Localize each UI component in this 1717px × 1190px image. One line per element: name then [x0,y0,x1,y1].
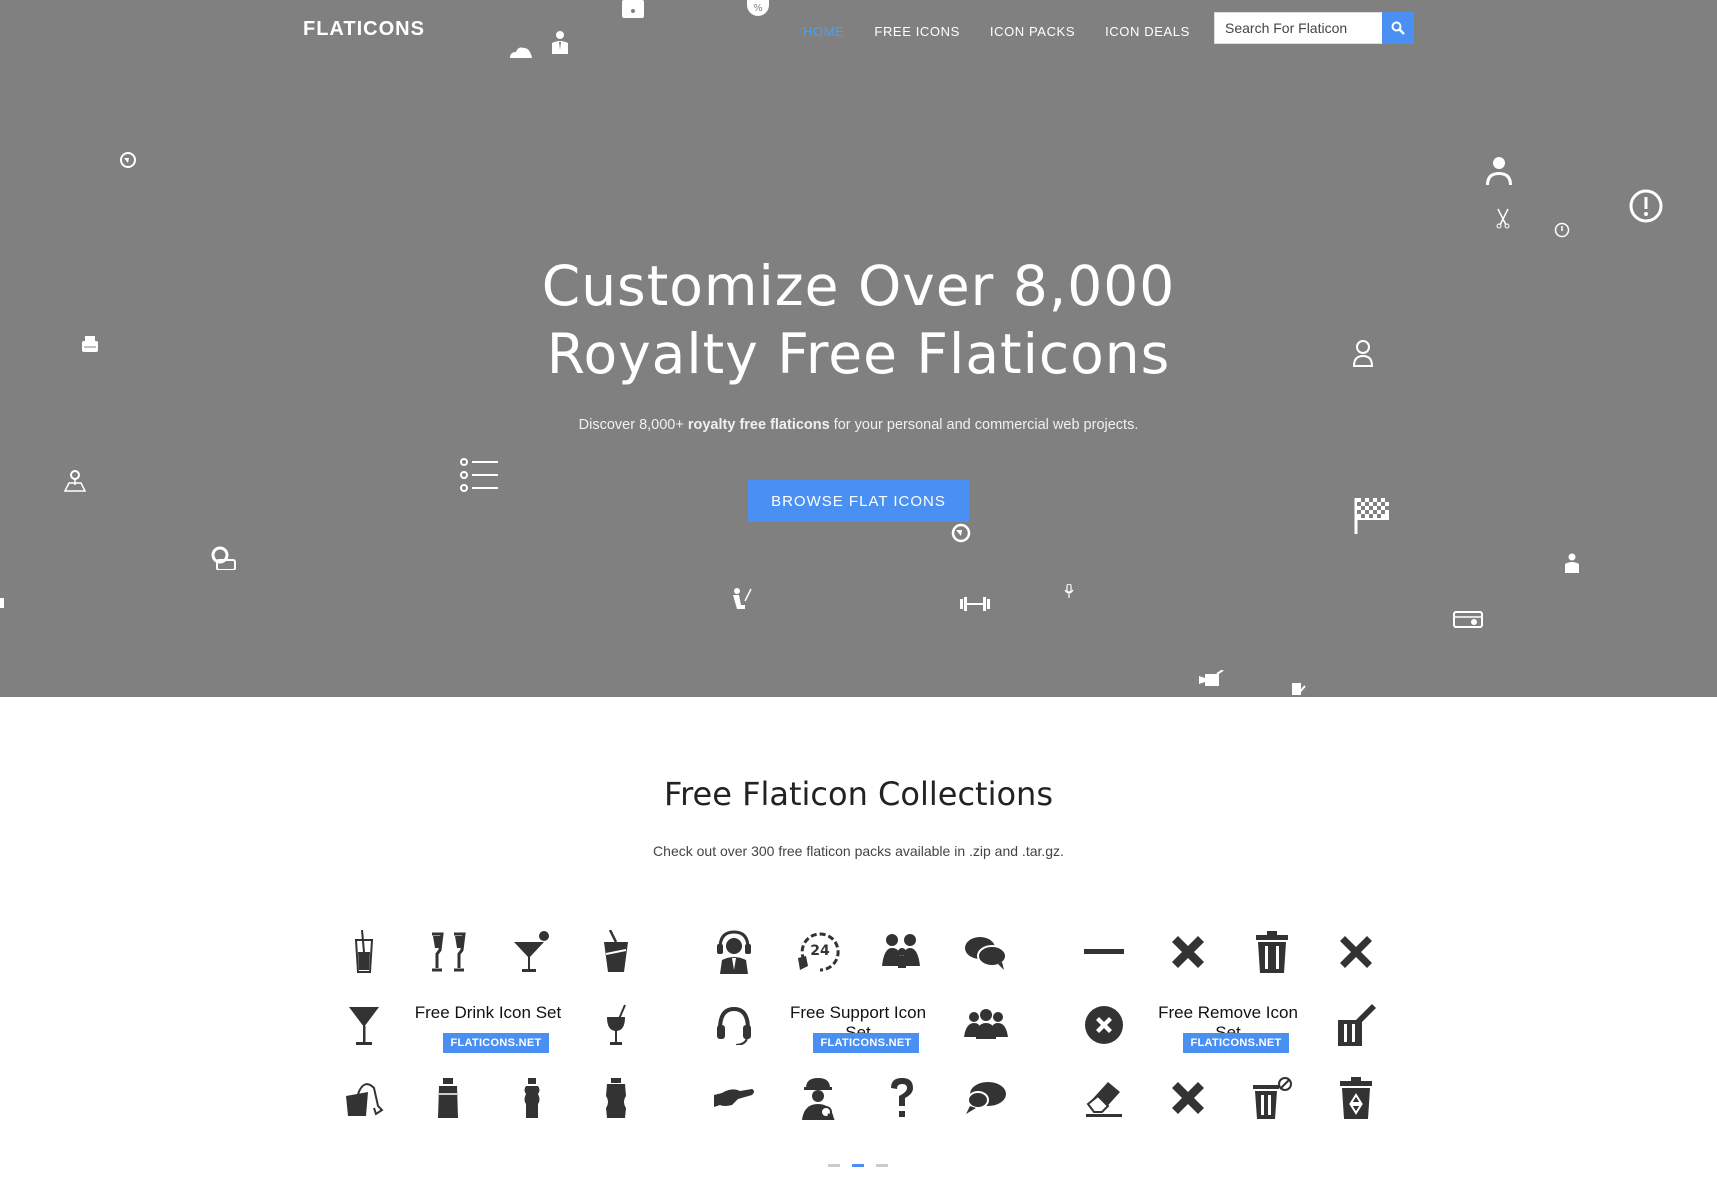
water-bottle-icon [510,1076,554,1120]
carousel-dot-3[interactable] [876,1164,888,1167]
collections-title: Free Flaticon Collections [664,775,1053,813]
businessman-icon-2 [1564,553,1580,573]
lock-icon [622,0,644,18]
chat-support-icon [964,1076,1008,1120]
trash-edit-icon [1334,1003,1378,1047]
svg-text:24: 24 [810,943,830,959]
video-camera-icon [1199,670,1225,690]
search-box [1214,12,1414,44]
hero-section: FLATICONS HOME FREE ICONS ICON PACKS ICO… [0,0,1717,697]
soda-cup-icon [594,930,638,974]
microphone-icon [1064,584,1074,598]
cocktail-icon [510,930,554,974]
svg-text:%: % [753,3,763,14]
user-icon [1484,155,1514,185]
pack-badge-support[interactable]: FLATICONS.NET [813,1033,919,1053]
globe-icon [120,152,136,168]
technician-icon [796,1076,840,1120]
search-button[interactable] [1382,12,1414,44]
browse-icons-button[interactable]: BROWSE FLAT ICONS [748,480,969,522]
pack-card-remove[interactable]: Free Remove Icon Set FLATICONS.NET [1078,930,1378,1130]
minus-icon [1082,930,1126,974]
clock-icon [1554,222,1570,238]
glass-straw-icon [342,930,386,974]
checkered-flag-icon [1354,496,1390,534]
champagne-glasses-icon [426,930,470,974]
pack-badge-drink[interactable]: FLATICONS.NET [443,1033,549,1053]
cloud-icon [508,44,534,60]
nav-home[interactable]: HOME [803,24,844,39]
support-agent-icon [712,930,756,974]
carousel-dots [828,1164,888,1167]
hero-headline-line2: Royalty Free Flaticons [546,322,1171,386]
pack-title-drink[interactable]: Free Drink Icon Set [408,1003,568,1023]
hero-subtitle: Discover 8,000+ royalty free flaticons f… [0,417,1717,433]
site-logo[interactable]: FLATICONS [303,18,425,41]
globe-icon-2 [951,523,971,543]
businessman-icon [551,30,569,54]
list-icon [460,458,498,492]
trash-blocked-icon [1250,1076,1294,1120]
nav-icon-deals[interactable]: ICON DEALS [1105,24,1190,39]
edit-document-icon [1292,682,1306,696]
chat-bubbles-icon [964,930,1008,974]
close-x-icon-2 [1334,930,1378,974]
partial-icon [0,598,6,610]
hero-sub-end: for your personal and commercial web pro… [829,417,1139,433]
martini-glass-icon [342,1003,386,1047]
pack-card-drink[interactable]: Free Drink Icon Set FLATICONS.NET [338,930,638,1130]
shaker-bottle-icon [426,1076,470,1120]
radio-icon [1453,608,1483,628]
discount-icon: % [747,0,769,16]
close-x-icon [1166,930,1210,974]
pack-card-support[interactable]: 24 Free Support Icon Set FLATICONS.NET [708,930,1008,1130]
nav-free-icons[interactable]: FREE ICONS [874,24,959,39]
hero-sub-start: Discover 8,000+ [578,417,688,433]
wine-glass-straw-icon [594,1003,638,1047]
nav-icon-packs[interactable]: ICON PACKS [990,24,1075,39]
eraser-icon [1082,1076,1126,1120]
gramophone-icon [211,546,237,570]
headset-icon [712,1003,756,1047]
carousel-dot-2[interactable] [852,1164,864,1167]
family-icon [880,930,924,974]
map-pin-icon [63,469,87,493]
hero-sub-bold: royalty free flaticons [687,417,830,433]
team-icon [964,1003,1008,1047]
carousel-dot-1[interactable] [828,1164,840,1167]
scissors-icon [1494,207,1512,229]
search-icon [1391,21,1405,35]
search-input[interactable] [1214,12,1382,44]
collections-subtitle: Check out over 300 free flaticon packs a… [653,843,1064,859]
alert-icon [1629,189,1663,223]
main-nav: HOME FREE ICONS ICON PACKS ICON DEALS [803,24,1220,39]
hero-headline-line1: Customize Over 8,000 [541,254,1176,318]
remove-circle-icon [1082,1003,1126,1047]
close-x-icon-3 [1166,1076,1210,1120]
reading-person-icon [729,587,753,613]
recycle-bin-icon [1334,1076,1378,1120]
sport-bottle-icon [594,1076,638,1120]
typewriter-icon [80,336,100,352]
support-24-icon: 24 [796,930,840,974]
dumbbell-icon [959,596,991,612]
pack-badge-remove[interactable]: FLATICONS.NET [1183,1033,1289,1053]
hero-headline: Customize Over 8,000 Royalty Free Flatic… [0,252,1717,388]
trash-icon [1250,930,1294,974]
tea-bag-icon [342,1076,386,1120]
user-outline-icon [1352,339,1374,367]
question-mark-icon [880,1076,924,1120]
helping-hand-icon [712,1076,756,1120]
